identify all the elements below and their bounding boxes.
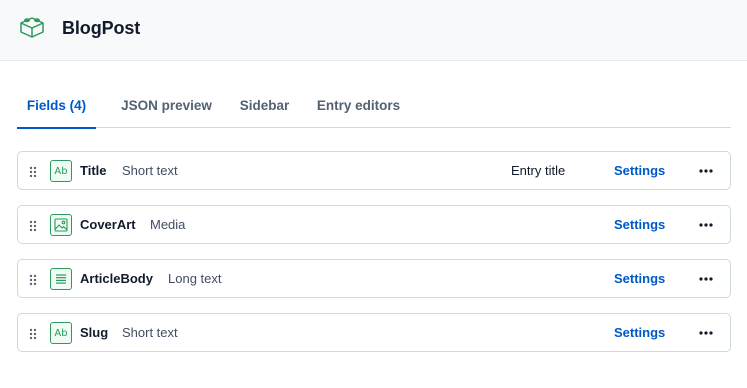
more-options-icon[interactable]: [696, 215, 716, 235]
field-settings-link[interactable]: Settings: [614, 217, 665, 232]
long-text-icon: [50, 268, 72, 290]
content-type-header: BlogPost: [0, 0, 747, 61]
page-title: BlogPost: [62, 18, 141, 38]
field-name: Slug: [80, 325, 109, 340]
more-options-icon[interactable]: [696, 161, 716, 181]
short-text-icon: Ab: [50, 160, 72, 182]
tab-sidebar[interactable]: Sidebar: [237, 84, 292, 128]
field-row-slug[interactable]: Ab Slug Short text Settings: [17, 313, 731, 352]
field-name: CoverArt: [80, 217, 136, 232]
field-type: Long text: [168, 271, 222, 286]
drag-handle-icon[interactable]: [29, 165, 37, 178]
tab-bar: Fields (4) JSON preview Sidebar Entry ed…: [17, 84, 731, 129]
field-row-articlebody[interactable]: ArticleBody Long text Settings: [17, 259, 731, 298]
field-settings-link[interactable]: Settings: [614, 163, 665, 178]
field-name: Title: [80, 163, 107, 178]
field-row-coverart[interactable]: CoverArt Media Settings: [17, 205, 731, 244]
tab-fields[interactable]: Fields (4): [17, 84, 96, 129]
drag-handle-icon[interactable]: [29, 219, 37, 232]
short-text-icon: Ab: [50, 322, 72, 344]
more-options-icon[interactable]: [696, 269, 716, 289]
content-type-cube-icon: [19, 14, 45, 40]
drag-handle-icon[interactable]: [29, 327, 37, 340]
tab-json-preview[interactable]: JSON preview: [116, 84, 217, 128]
media-icon: [50, 214, 72, 236]
field-type: Short text: [122, 325, 178, 340]
field-name: ArticleBody: [80, 271, 153, 286]
field-type: Short text: [122, 163, 178, 178]
field-row-title[interactable]: Ab Title Short text Entry title Settings: [17, 151, 731, 190]
entry-title-badge: Entry title: [511, 163, 566, 178]
field-settings-link[interactable]: Settings: [614, 325, 665, 340]
field-type: Media: [150, 217, 186, 232]
field-settings-link[interactable]: Settings: [614, 271, 665, 286]
tab-entry-editors[interactable]: Entry editors: [314, 84, 403, 128]
more-options-icon[interactable]: [696, 323, 716, 343]
drag-handle-icon[interactable]: [29, 273, 37, 286]
